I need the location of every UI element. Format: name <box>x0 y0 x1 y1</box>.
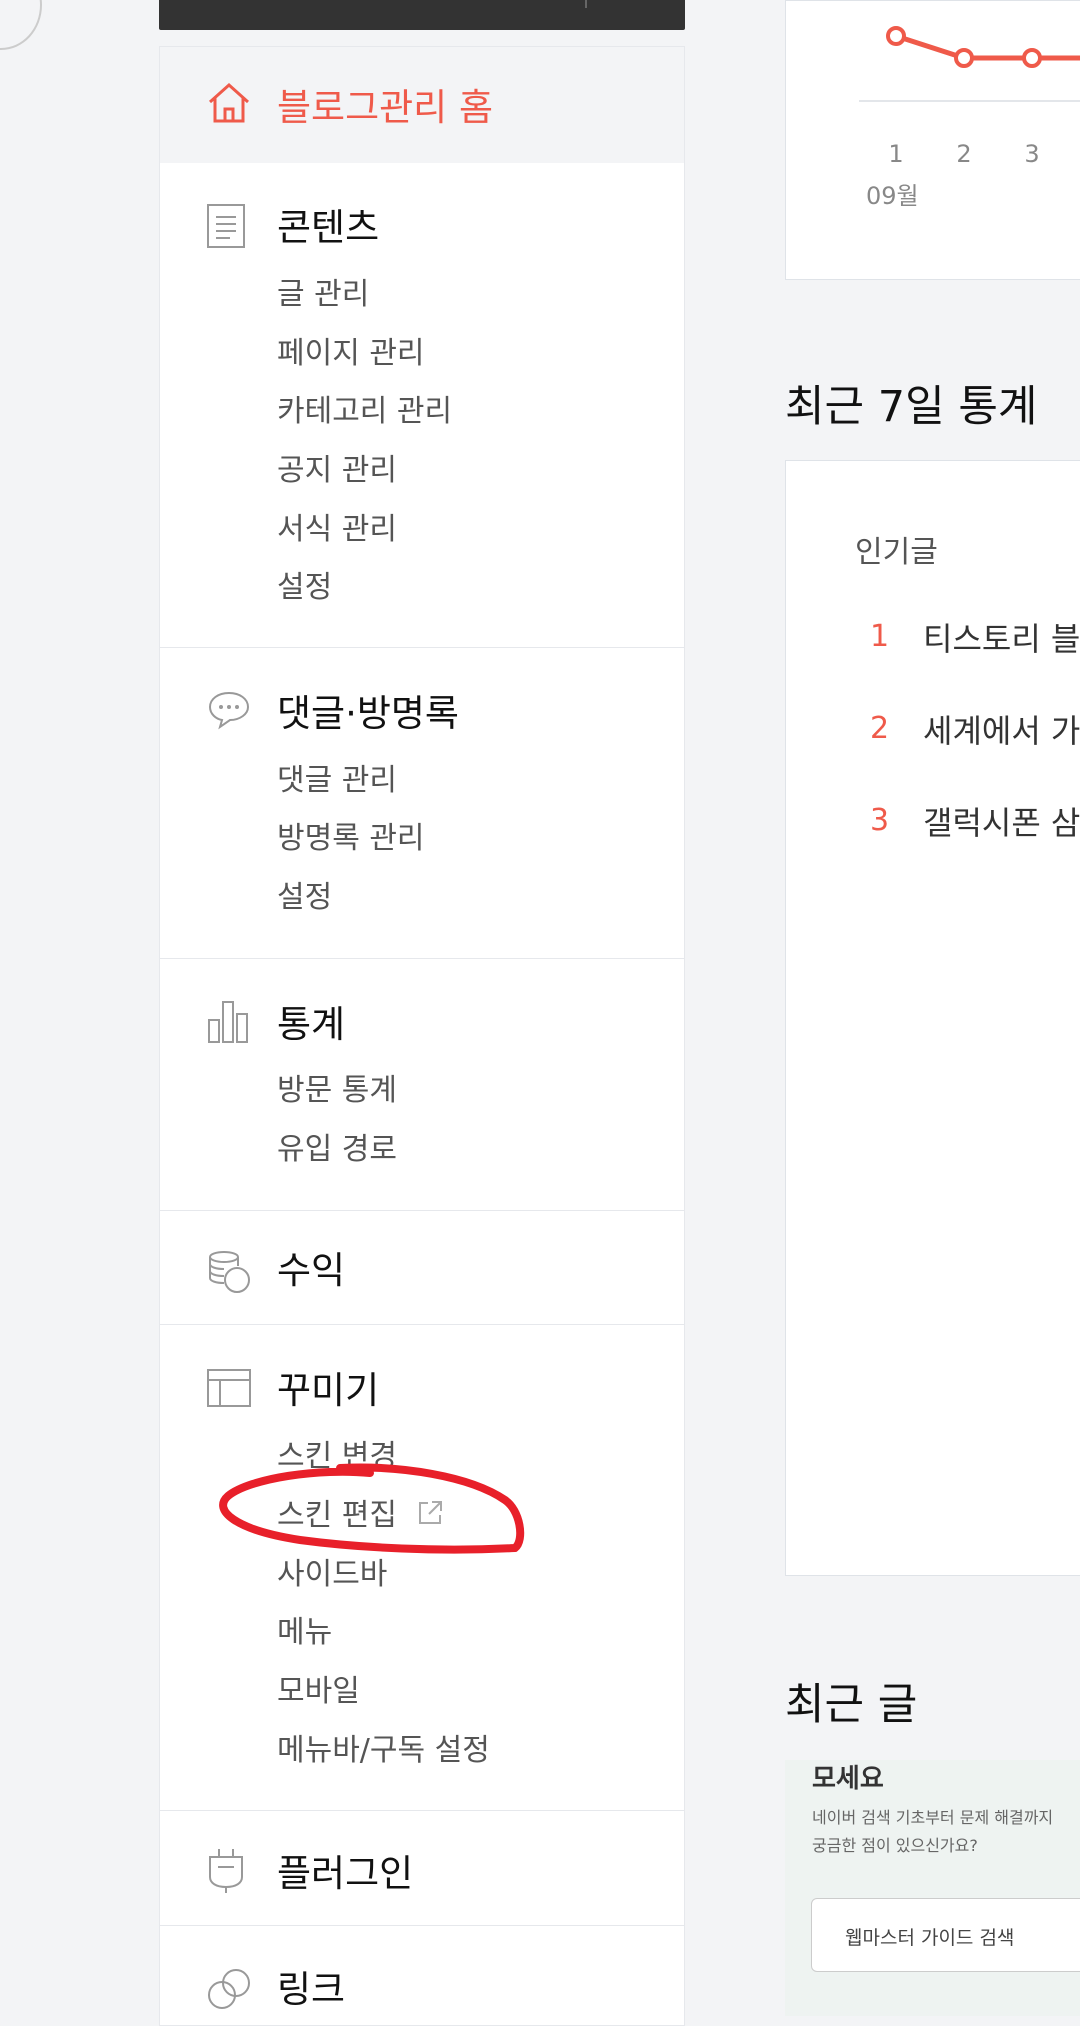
menu-item-guestbook[interactable]: 방명록 관리 <box>277 813 425 857</box>
chart-month-label: 09월 <box>866 182 919 210</box>
document-icon <box>206 203 246 253</box>
comment-icon <box>206 689 252 735</box>
stats7-card: 인기글 1 티스토리 블 2 세계에서 가 3 갤럭시폰 삼 <box>785 460 1080 1576</box>
menu-item-menu[interactable]: 메뉴 <box>277 1607 332 1651</box>
menu-item-templates[interactable]: 서식 관리 <box>277 504 397 548</box>
visit-line-chart: 1 2 3 09월 <box>859 26 1080 210</box>
bar-chart-icon <box>206 998 250 1048</box>
popular-post-rank-1: 1 <box>870 619 890 654</box>
menu-item-contents-settings[interactable]: 설정 <box>277 562 332 606</box>
menu-item-menubar-subscribe[interactable]: 메뉴바/구독 설정 <box>277 1725 490 1769</box>
menu-item-notices[interactable]: 공지 관리 <box>277 445 397 489</box>
menu-item-visit-stats[interactable]: 방문 통계 <box>277 1065 397 1109</box>
menu-item-comments-settings[interactable]: 설정 <box>277 872 332 916</box>
layout-icon <box>206 1368 252 1412</box>
popular-post-rank-3: 3 <box>870 803 890 838</box>
chart-point-2 <box>954 48 974 68</box>
chart-point-3 <box>1022 48 1042 68</box>
section-title-customize[interactable]: 꾸미기 <box>277 1360 379 1414</box>
popular-post-title-3[interactable]: 갤럭시폰 삼 <box>923 798 1080 844</box>
menu-item-categories[interactable]: 카테고리 관리 <box>277 386 452 430</box>
external-link-icon <box>419 1501 443 1524</box>
thumbnail-description: 네이버 검색 기초부터 문제 해결까지 궁금한 점이 있으신가요? <box>812 1808 1054 1855</box>
chart-point-1 <box>886 26 906 46</box>
popular-post-rank-2: 2 <box>870 711 890 746</box>
recent-posts-heading: 최근 글 <box>785 1680 918 1730</box>
section-title-plugins[interactable]: 플러그인 <box>277 1843 413 1897</box>
section-title-contents[interactable]: 콘텐츠 <box>277 197 379 251</box>
menu-item-comments[interactable]: 댓글 관리 <box>277 755 397 799</box>
recent-post-thumbnail[interactable]: 모세요 네이버 검색 기초부터 문제 해결까지 궁금한 점이 있으신가요? 웹마… <box>785 1760 1080 2016</box>
home-icon <box>206 81 252 129</box>
chart-x-tick-2: 2 <box>956 140 971 168</box>
menu-item-skin-change[interactable]: 스킨 변경 <box>277 1431 397 1475</box>
sidebar-home[interactable]: 블로그관리 홈 <box>160 47 684 163</box>
section-title-revenue[interactable]: 수익 <box>277 1240 345 1294</box>
menu-item-mobile[interactable]: 모바일 <box>277 1666 360 1710</box>
section-title-comments[interactable]: 댓글·방명록 <box>277 683 459 737</box>
section-title-stats[interactable]: 통계 <box>277 994 345 1048</box>
link-icon <box>206 1965 252 2017</box>
chart-x-tick-1: 1 <box>888 140 903 168</box>
chart-x-tick-3: 3 <box>1024 140 1039 168</box>
popular-posts-label: 인기글 <box>855 535 938 570</box>
plug-icon <box>206 1847 246 1899</box>
coins-icon <box>206 1250 252 1298</box>
menu-item-sidebar[interactable]: 사이드바 <box>277 1549 387 1593</box>
menu-item-pages[interactable]: 페이지 관리 <box>277 328 425 372</box>
thumbnail-search-box: 웹마스터 가이드 검색 <box>811 1898 1080 1972</box>
stats7-heading: 최근 7일 통계 <box>785 382 1038 432</box>
popular-post-title-1[interactable]: 티스토리 블 <box>923 614 1080 660</box>
popular-post-title-2[interactable]: 세계에서 가 <box>923 706 1080 752</box>
visit-chart-card: 1 2 3 09월 <box>785 0 1080 280</box>
avatar-edge <box>0 0 42 50</box>
section-title-links[interactable]: 링크 <box>277 1959 345 2013</box>
thumbnail-brand: 모세요 <box>812 1764 884 1794</box>
top-bar <box>159 0 685 30</box>
menu-item-skin-edit[interactable]: 스킨 편집 <box>277 1490 444 1534</box>
chart-series-line <box>895 33 1080 61</box>
sidebar-home-label: 블로그관리 홈 <box>277 86 494 129</box>
menu-item-skin-edit-label: 스킨 편집 <box>277 1498 397 1533</box>
menu-item-referrers[interactable]: 유입 경로 <box>277 1124 397 1168</box>
menu-item-posts[interactable]: 글 관리 <box>277 269 369 313</box>
sidebar: 블로그관리 홈 콘텐츠 글 관리 페이지 관리 카테고리 관리 공지 관리 서식… <box>159 46 685 2026</box>
